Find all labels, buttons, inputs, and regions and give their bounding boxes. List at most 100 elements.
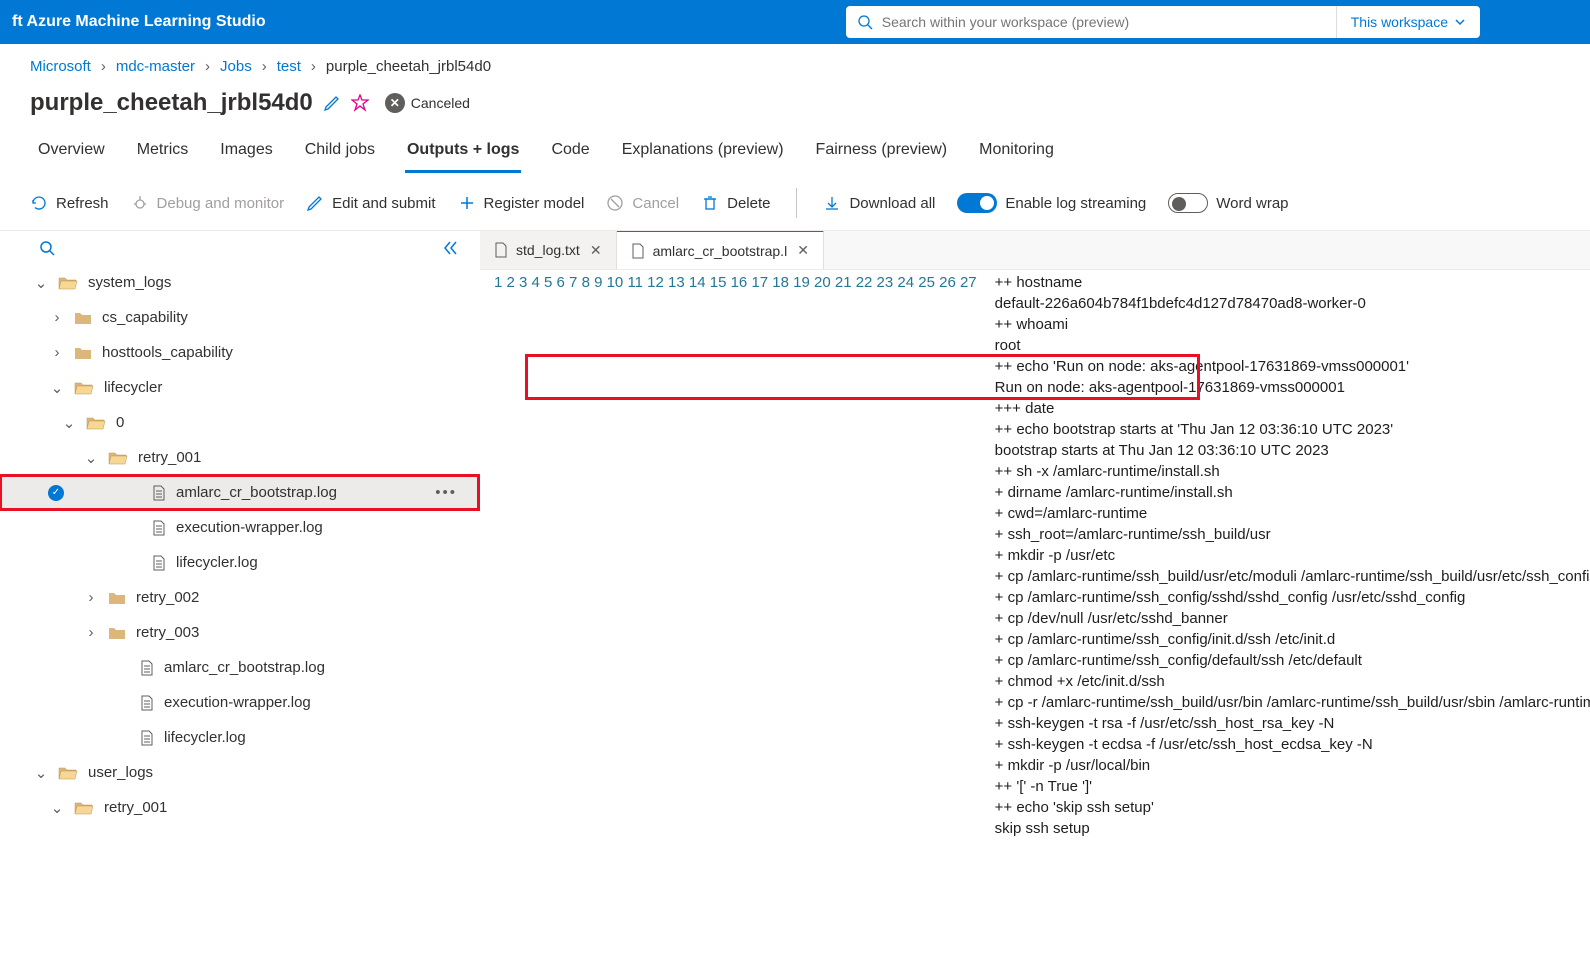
trash-icon (701, 194, 719, 212)
status-badge: ✕ Canceled (385, 93, 470, 113)
folder-cs-capability[interactable]: › cs_capability (0, 300, 479, 335)
tab-monitoring[interactable]: Monitoring (977, 135, 1056, 173)
tab-metrics[interactable]: Metrics (135, 135, 191, 173)
file-label: lifecycler.log (176, 554, 258, 571)
file-execution-wrapper-log[interactable]: execution-wrapper.log (0, 510, 479, 545)
folder-retry-002[interactable]: › retry_002 (0, 580, 479, 615)
check-circle-icon: ✓ (48, 485, 64, 501)
folder-hosttools-capability[interactable]: › hosttools_capability (0, 335, 479, 370)
folder-label: retry_002 (136, 589, 199, 606)
code-lines: ++ hostname default-226a604b784f1bdefc4d… (995, 272, 1590, 839)
file-icon (631, 243, 645, 259)
file-execution-wrapper-log-2[interactable]: execution-wrapper.log (0, 685, 479, 720)
delete-button[interactable]: Delete (701, 194, 770, 212)
folder-label: cs_capability (102, 309, 188, 326)
edit-icon[interactable] (323, 94, 341, 112)
editor-tab-amlarc[interactable]: amlarc_cr_bootstrap.l ✕ (617, 231, 824, 269)
close-icon[interactable]: ✕ (590, 242, 602, 259)
log-viewer: std_log.txt ✕ amlarc_cr_bootstrap.l ✕ 1 … (480, 231, 1590, 845)
search-input[interactable] (882, 14, 1326, 30)
file-icon (494, 242, 508, 258)
refresh-button[interactable]: Refresh (30, 194, 109, 212)
toggle-off-icon (1168, 193, 1208, 213)
chevron-down-icon: ⌄ (50, 799, 64, 817)
folder-retry-003[interactable]: › retry_003 (0, 615, 479, 650)
chevron-right-icon: › (84, 589, 98, 606)
folder-user-logs[interactable]: ⌄ user_logs (0, 755, 479, 790)
cancel-button: Cancel (606, 194, 679, 212)
folder-open-icon (74, 800, 94, 816)
register-model-button[interactable]: Register model (458, 194, 585, 212)
tab-child-jobs[interactable]: Child jobs (303, 135, 377, 173)
breadcrumb-current: purple_cheetah_jrbl54d0 (326, 58, 491, 75)
chevron-right-icon: › (84, 624, 98, 641)
favorite-icon[interactable] (351, 94, 369, 112)
tab-outputs-logs[interactable]: Outputs + logs (405, 135, 521, 173)
tab-code[interactable]: Code (549, 135, 591, 173)
chevron-right-icon: › (311, 58, 316, 75)
folder-system-logs[interactable]: ⌄ system_logs (0, 265, 479, 300)
search-icon[interactable] (38, 239, 56, 257)
breadcrumb-link[interactable]: test (277, 58, 301, 75)
chevron-down-icon: ⌄ (50, 379, 64, 397)
search-box[interactable] (846, 6, 1336, 38)
cancel-icon (606, 194, 624, 212)
tab-explanations[interactable]: Explanations (preview) (620, 135, 786, 173)
word-wrap-toggle[interactable]: Word wrap (1168, 193, 1288, 213)
chevron-right-icon: › (262, 58, 267, 75)
close-icon[interactable]: ✕ (797, 242, 809, 259)
folder-label: retry_001 (104, 799, 167, 816)
breadcrumb-link[interactable]: Microsoft (30, 58, 91, 75)
file-label: lifecycler.log (164, 729, 246, 746)
file-label: execution-wrapper.log (176, 519, 323, 536)
breadcrumb-link[interactable]: Jobs (220, 58, 252, 75)
status-text: Canceled (411, 95, 470, 111)
toggle-on-icon (957, 193, 997, 213)
folder-open-icon (58, 765, 78, 781)
folder-label: retry_001 (138, 449, 201, 466)
tab-overview[interactable]: Overview (36, 135, 107, 173)
folder-label: 0 (116, 414, 124, 431)
editor-tab-std-log[interactable]: std_log.txt ✕ (480, 231, 617, 269)
folder-lifecycler[interactable]: ⌄ lifecycler (0, 370, 479, 405)
breadcrumb-link[interactable]: mdc-master (116, 58, 195, 75)
log-streaming-toggle[interactable]: Enable log streaming (957, 193, 1146, 213)
top-bar: ft Azure Machine Learning Studio This wo… (0, 0, 1590, 44)
tab-fairness[interactable]: Fairness (preview) (814, 135, 950, 173)
search-scope-button[interactable]: This workspace (1336, 6, 1480, 38)
pencil-icon (306, 194, 324, 212)
folder-icon (108, 591, 126, 605)
edit-submit-button[interactable]: Edit and submit (306, 194, 435, 212)
line-numbers: 1 2 3 4 5 6 7 8 9 10 11 12 13 14 15 16 1… (480, 272, 995, 839)
file-icon (140, 660, 154, 676)
file-amlarc-bootstrap-log-2[interactable]: amlarc_cr_bootstrap.log (0, 650, 479, 685)
chevron-right-icon: › (101, 58, 106, 75)
download-all-button[interactable]: Download all (823, 194, 935, 212)
file-lifecycler-log[interactable]: lifecycler.log (0, 545, 479, 580)
folder-label: user_logs (88, 764, 153, 781)
file-icon (152, 520, 166, 536)
folder-retry-001[interactable]: ⌄ retry_001 (0, 440, 479, 475)
more-icon[interactable]: ••• (435, 484, 457, 501)
chevron-down-icon: ⌄ (34, 274, 48, 292)
folder-user-retry-001[interactable]: ⌄ retry_001 (0, 790, 479, 825)
file-lifecycler-log-2[interactable]: lifecycler.log (0, 720, 479, 755)
detail-tabs: Overview Metrics Images Child jobs Outpu… (0, 135, 1590, 174)
file-amlarc-bootstrap-log[interactable]: ✓ amlarc_cr_bootstrap.log ••• (0, 475, 479, 510)
folder-0[interactable]: ⌄ 0 (0, 405, 479, 440)
tab-images[interactable]: Images (218, 135, 274, 173)
folder-open-icon (108, 450, 128, 466)
collapse-panel-icon[interactable] (441, 239, 459, 257)
code-view[interactable]: 1 2 3 4 5 6 7 8 9 10 11 12 13 14 15 16 1… (480, 270, 1590, 839)
bug-icon (131, 194, 149, 212)
file-icon (140, 695, 154, 711)
debug-button: Debug and monitor (131, 194, 285, 212)
search-scope-label: This workspace (1351, 14, 1448, 30)
file-label: amlarc_cr_bootstrap.log (176, 484, 337, 501)
search-icon (856, 14, 874, 30)
editor-tabs: std_log.txt ✕ amlarc_cr_bootstrap.l ✕ (480, 231, 1590, 270)
folder-icon (108, 626, 126, 640)
chevron-right-icon: › (50, 309, 64, 326)
download-icon (823, 194, 841, 212)
file-label: execution-wrapper.log (164, 694, 311, 711)
